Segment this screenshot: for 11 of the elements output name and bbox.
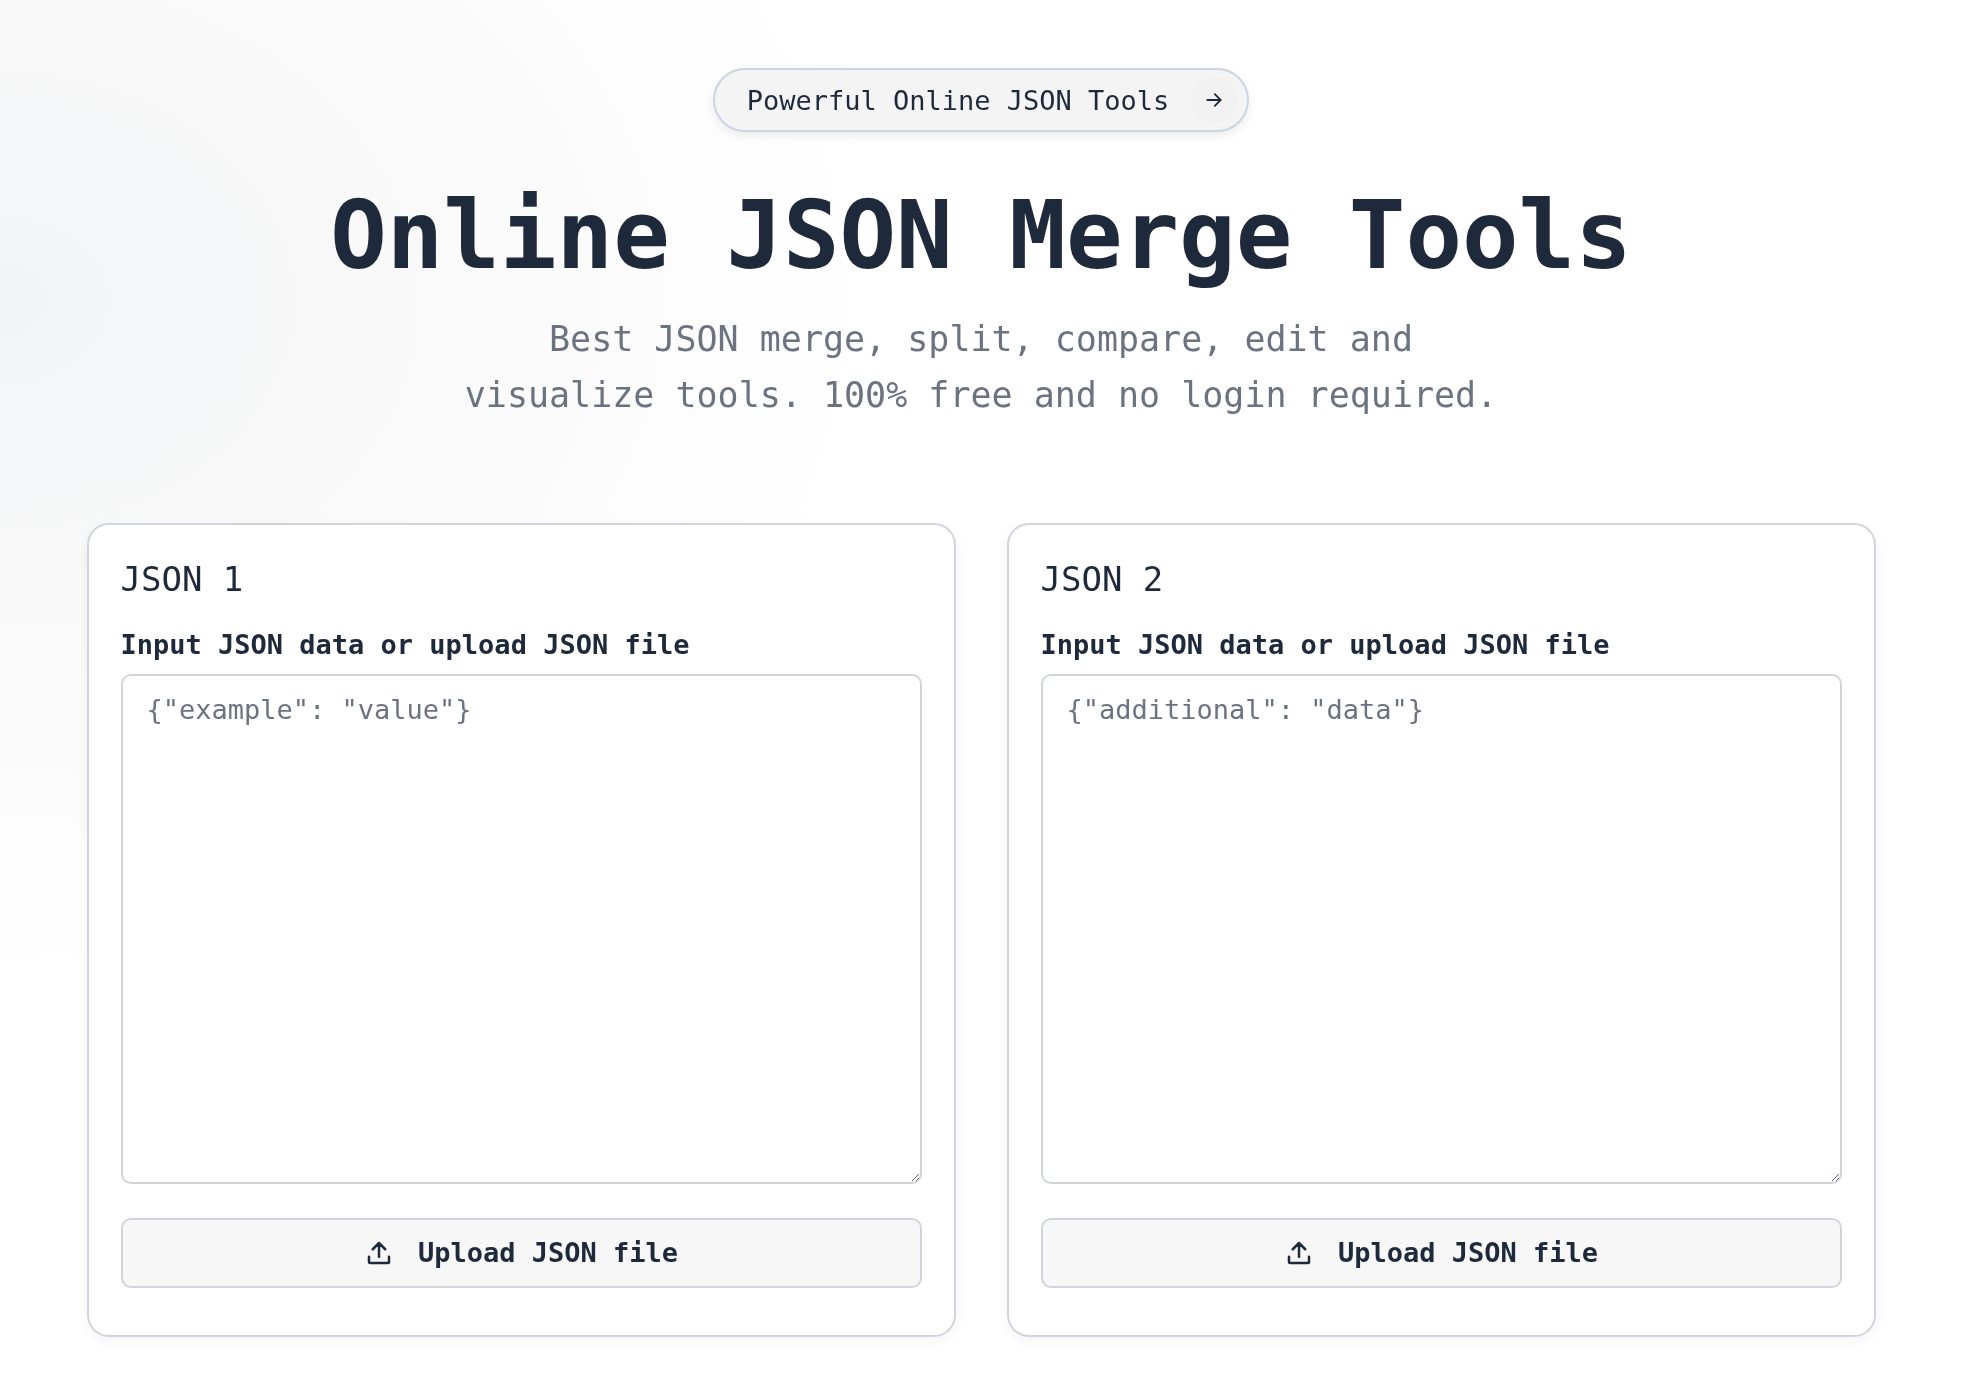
- field-label: Input JSON data or upload JSON file: [1040, 628, 1611, 660]
- upload-button[interactable]: Upload JSON file: [1040, 1217, 1842, 1288]
- page-title: Online JSON Merge Tools: [330, 180, 1632, 292]
- page-subtitle: Best JSON merge, split, compare, edit and visualize tools. 100% free and no login required.: [464, 317, 1498, 417]
- card-title: JSON 2: [1040, 558, 1165, 599]
- json-input-field[interactable]: {"example": "value"}: [120, 673, 922, 1184]
- announcement-link[interactable]: Powerful Online JSON Tools: [712, 68, 1250, 132]
- field-label: Input JSON data or upload JSON file: [120, 628, 691, 660]
- json-input-field[interactable]: {"additional": "data"}: [1040, 673, 1842, 1184]
- upload-button[interactable]: Upload JSON file: [120, 1217, 922, 1288]
- card-title: JSON 1: [120, 558, 245, 599]
